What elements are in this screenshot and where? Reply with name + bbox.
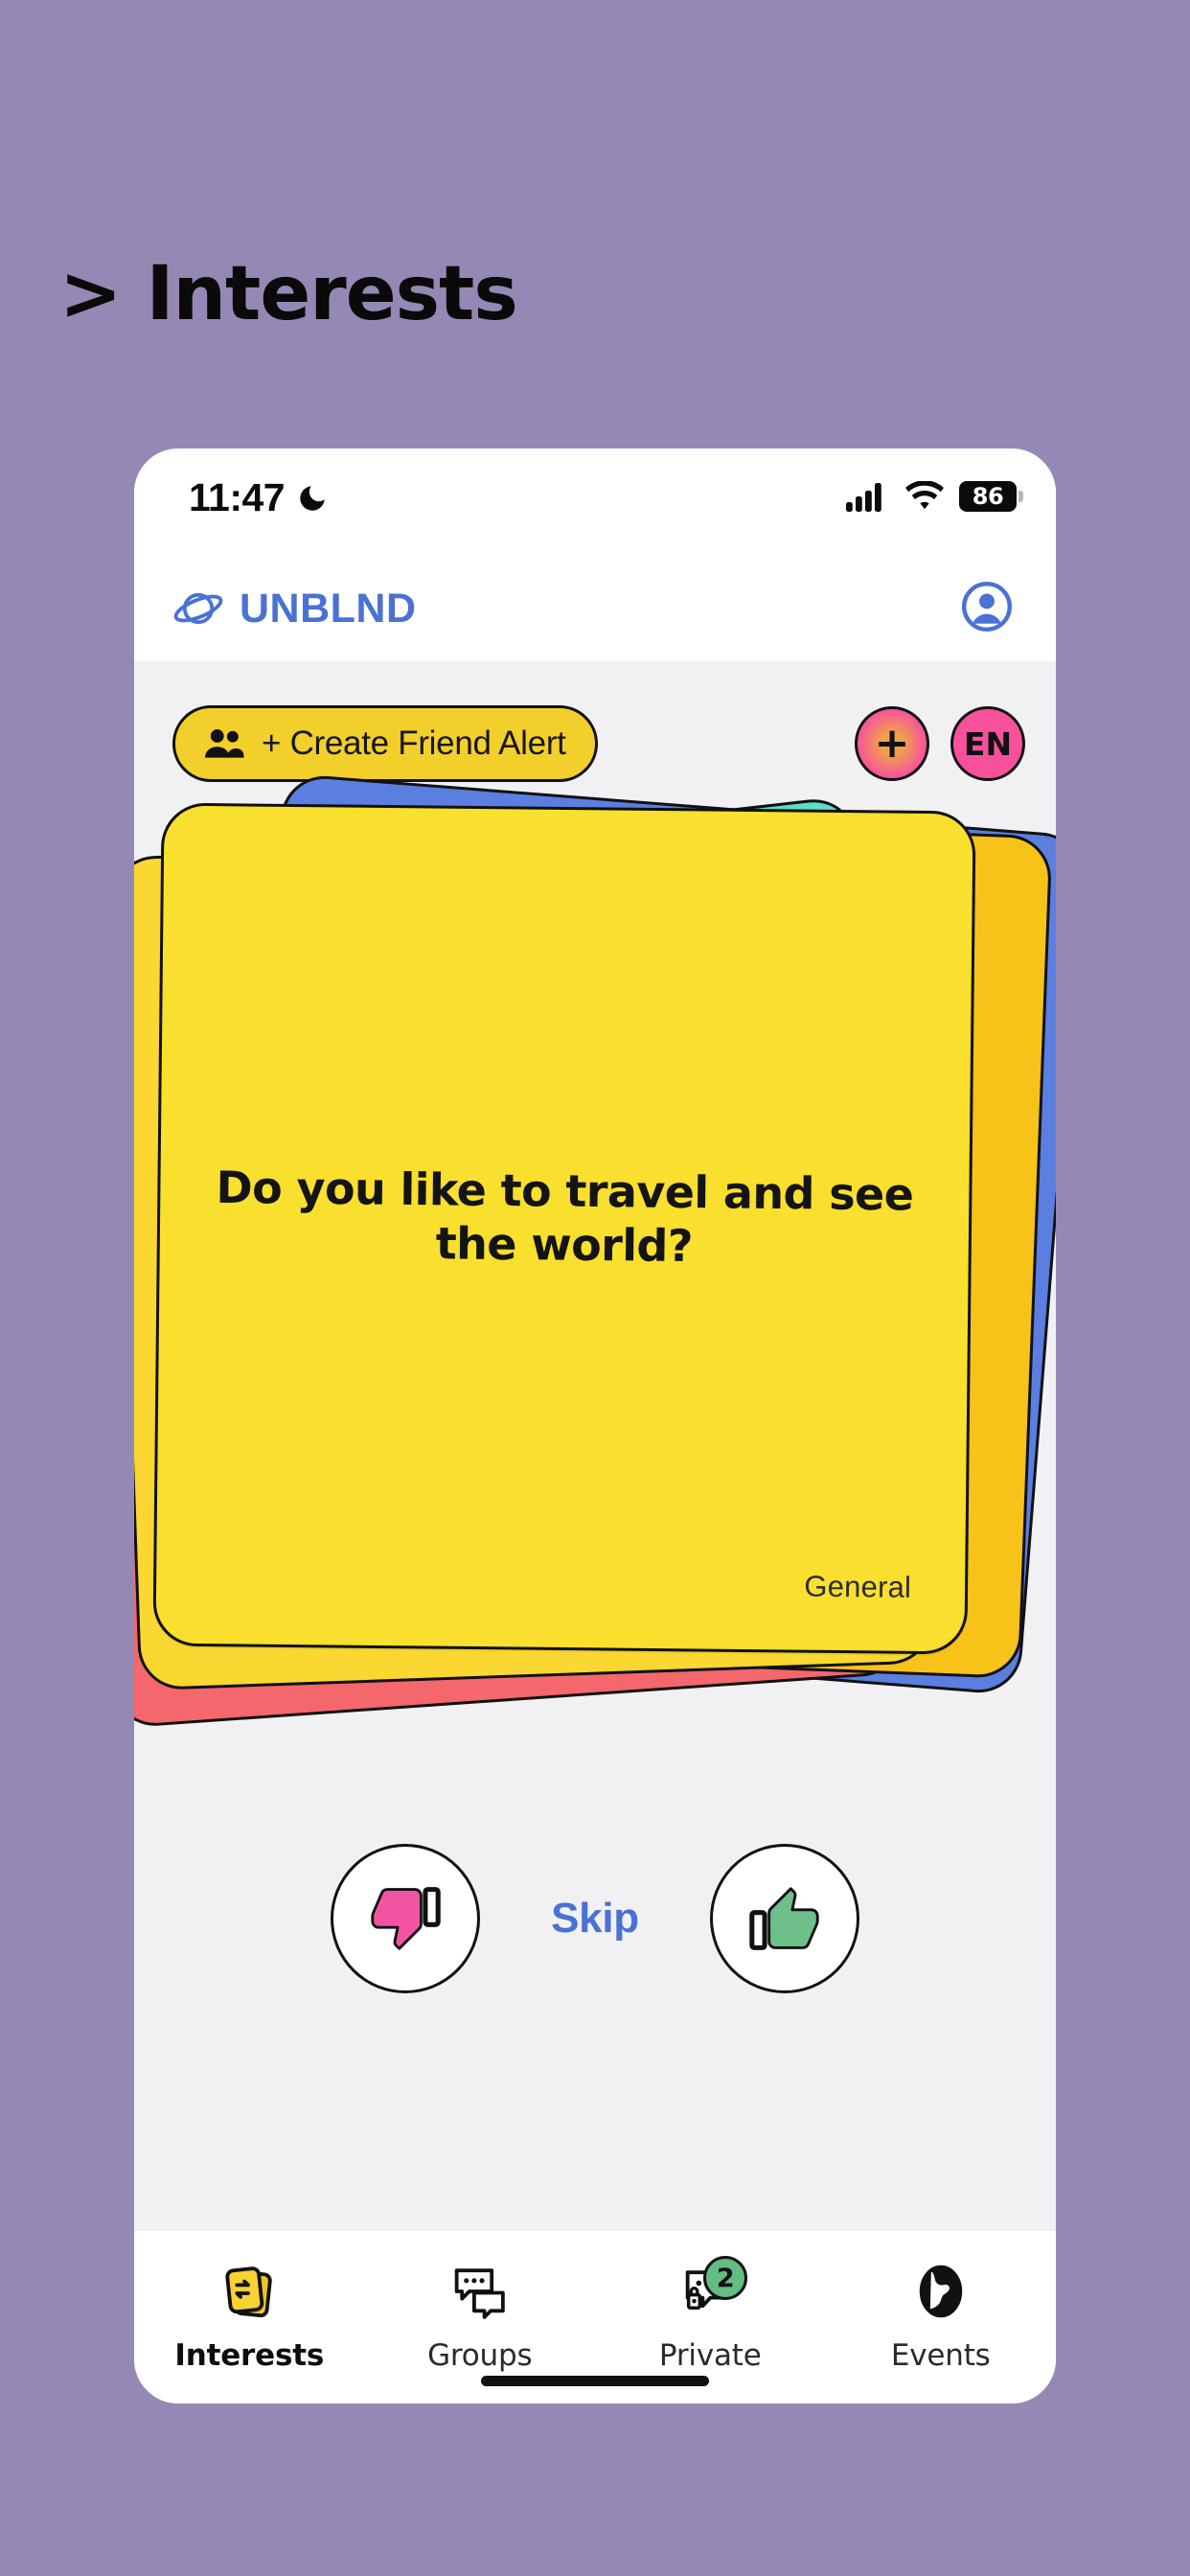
- skip-button[interactable]: Skip: [551, 1895, 639, 1943]
- private-chat-icon: 2: [678, 2254, 748, 2329]
- crescent-moon-icon: [300, 485, 325, 511]
- battery-level: 86: [972, 483, 1004, 510]
- nav-item-interests[interactable]: Interests: [134, 2254, 365, 2373]
- nav-item-groups[interactable]: Groups: [365, 2254, 596, 2373]
- nav-label-events: Events: [890, 2338, 991, 2373]
- private-unread-badge: 2: [703, 2256, 748, 2300]
- wifi-icon: [905, 481, 944, 510]
- status-bar: 11:47 86: [134, 448, 1056, 556]
- profile-button[interactable]: [960, 580, 1014, 638]
- people-icon: [205, 729, 244, 758]
- battery-indicator: 86: [959, 481, 1023, 512]
- card-question-text: Do you like to travel and see the world?: [216, 1161, 914, 1273]
- main-content: + Create Friend Alert + EN Do you like t…: [134, 661, 1056, 2231]
- page-title: > Interests: [59, 251, 518, 337]
- globe-icon: [909, 2254, 973, 2329]
- phone-mockup: 11:47 86 UNBLND + Create Friend Alert + …: [134, 448, 1056, 2404]
- swipe-action-row: Skip: [134, 1842, 1056, 1995]
- card-category-label: General: [804, 1569, 912, 1604]
- thumbs-down-icon: [371, 1887, 441, 1950]
- planet-icon: [173, 592, 223, 625]
- app-header: UNBLND: [134, 556, 1056, 661]
- nav-item-private[interactable]: 2 Private: [595, 2254, 826, 2373]
- status-time-group: 11:47: [189, 475, 329, 520]
- dislike-button[interactable]: [331, 1844, 481, 1993]
- nav-item-events[interactable]: Events: [826, 2254, 1057, 2373]
- nav-label-interests: Interests: [174, 2338, 325, 2373]
- signal-bars-icon: [846, 483, 881, 512]
- thumbs-up-icon: [749, 1887, 819, 1950]
- battery-nub: [1018, 491, 1023, 502]
- cards-swap-icon: [217, 2254, 281, 2329]
- nav-label-groups: Groups: [427, 2338, 533, 2373]
- like-button[interactable]: [709, 1844, 859, 1993]
- account-circle-icon: [961, 581, 1013, 632]
- interest-card-front[interactable]: Do you like to travel and see the world?…: [152, 802, 976, 1655]
- status-time: 11:47: [189, 475, 286, 519]
- chat-bubbles-icon: [448, 2254, 512, 2329]
- create-friend-alert-label: + Create Friend Alert: [262, 724, 566, 762]
- brand-name: UNBLND: [240, 585, 417, 632]
- status-indicators: 86: [846, 481, 1023, 512]
- battery-body: 86: [959, 481, 1017, 512]
- nav-label-private: Private: [658, 2338, 762, 2373]
- interest-card-stack: Do you like to travel and see the world?…: [134, 765, 1056, 1819]
- home-indicator[interactable]: [481, 2376, 709, 2386]
- brand-logo[interactable]: UNBLND: [172, 585, 417, 632]
